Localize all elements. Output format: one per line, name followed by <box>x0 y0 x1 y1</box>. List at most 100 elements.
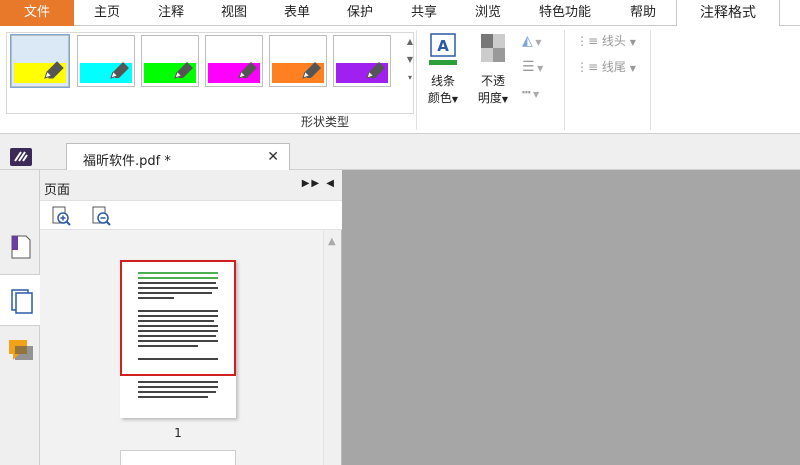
text-line <box>138 330 218 332</box>
opacity-label-1: 不透 <box>480 74 505 88</box>
zoom-out-icon[interactable] <box>90 205 112 227</box>
svg-text:A: A <box>437 37 449 55</box>
text-line <box>138 391 216 393</box>
style-green-highlighter[interactable] <box>141 35 199 87</box>
chevron-up-icon[interactable]: ▲ <box>403 37 417 55</box>
pages-panel-header: 页面 ▶▶ ◀ <box>40 170 342 200</box>
style-yellow-highlighter[interactable] <box>10 34 70 88</box>
text-line <box>138 315 218 317</box>
opacity-button[interactable]: 不透 明度▼ <box>470 32 516 108</box>
highlighter-icon <box>44 61 64 79</box>
navigation-rail <box>0 170 40 465</box>
line-start-label: 线头 <box>601 34 626 48</box>
highlighter-icon <box>366 62 385 79</box>
document-canvas[interactable] <box>342 170 800 465</box>
line-color-label-1: 线条 <box>430 74 455 88</box>
close-icon[interactable]: ✕ <box>267 149 279 165</box>
dropdown-arrow-icon: ▼ <box>501 95 509 104</box>
line-end-button[interactable]: ⋮≡ 线尾 ▼ <box>576 58 646 76</box>
text-line <box>138 381 218 383</box>
comment-icon <box>9 340 33 360</box>
document-tab[interactable]: 福昕软件.pdf * ✕ <box>66 143 290 171</box>
tab-comment[interactable]: 注释 <box>140 0 202 26</box>
pages-panel-button[interactable] <box>0 274 40 326</box>
ribbon-divider <box>650 30 651 130</box>
tab-comment-format[interactable]: 注释格式 <box>676 0 780 27</box>
text-line <box>138 325 218 327</box>
ribbon: ▲ ▼ ▾ 形状类型 A 线条 颜色▼ 不透 明度▼ ◭ ▼ ☰ ▼ ┅ ▼ ⋮… <box>0 26 800 134</box>
tab-form[interactable]: 表单 <box>266 0 328 26</box>
text-line <box>138 345 198 347</box>
pages-panel-toolbar <box>40 200 342 230</box>
line-end-icon: ⋮≡ <box>576 60 599 74</box>
dropdown-arrow-icon: ▼ <box>530 90 540 99</box>
collapse-right-icon[interactable]: ▶▶ <box>302 178 321 189</box>
line-width-icon: ☰ <box>522 59 535 75</box>
gallery-more-icon[interactable]: ▾ <box>403 73 417 91</box>
tab-view[interactable]: 视图 <box>202 0 266 26</box>
panel-controls: ▶▶ ◀ <box>302 178 336 189</box>
highlighter-icon <box>302 62 321 79</box>
line-color-button[interactable]: A 线条 颜色▼ <box>420 32 466 108</box>
thumbnail-scrollbar[interactable]: ▲ <box>323 230 341 465</box>
group-label-shape-type: 形状类型 <box>300 115 349 129</box>
page-thumbnail-next[interactable] <box>120 450 236 465</box>
text-line <box>138 320 214 322</box>
chevron-up-icon[interactable]: ▲ <box>328 236 336 247</box>
highlighter-icon <box>110 62 129 79</box>
pages-panel-title: 页面 <box>44 183 71 198</box>
fill-color-button[interactable]: ◭ ▼ <box>522 32 558 50</box>
text-line <box>138 396 208 398</box>
tab-file[interactable]: 文件 <box>0 0 74 26</box>
line-width-button[interactable]: ☰ ▼ <box>522 58 558 76</box>
text-line <box>138 340 218 342</box>
style-cyan-highlighter[interactable] <box>77 35 135 87</box>
tab-browse[interactable]: 浏览 <box>456 0 520 26</box>
style-magenta-highlighter[interactable] <box>205 35 263 87</box>
dropdown-arrow-icon: ▼ <box>534 64 544 73</box>
opacity-icon <box>481 34 505 62</box>
text-line <box>138 335 216 337</box>
line-style-button[interactable]: ┅ ▼ <box>522 84 558 102</box>
text-line <box>138 282 216 284</box>
zoom-in-icon[interactable] <box>50 205 72 227</box>
line-color-icon: A <box>429 33 457 65</box>
chevron-down-icon[interactable]: ▼ <box>403 55 417 73</box>
line-color-label-2: 颜色▼ <box>427 91 459 105</box>
highlighter-icon <box>174 62 193 79</box>
dropdown-arrow-icon: ▼ <box>629 64 636 73</box>
paint-bucket-icon: ◭ <box>522 33 533 49</box>
ribbon-divider <box>416 30 417 130</box>
document-tab-strip: 福昕软件.pdf * ✕ <box>0 134 800 171</box>
page-thumbnail[interactable] <box>120 260 236 418</box>
style-orange-highlighter[interactable] <box>269 35 327 87</box>
tab-home[interactable]: 主页 <box>74 0 140 26</box>
tab-help[interactable]: 帮助 <box>610 0 676 26</box>
text-line <box>138 272 218 274</box>
pages-panel: 页面 ▶▶ ◀ 1 ▲ <box>40 170 342 465</box>
tab-share[interactable]: 共享 <box>392 0 456 26</box>
text-line <box>138 297 174 299</box>
ribbon-divider <box>564 30 565 130</box>
app-logo-icon[interactable] <box>10 148 32 166</box>
bookmarks-panel-button[interactable] <box>0 222 40 274</box>
style-purple-highlighter[interactable] <box>333 35 391 87</box>
tab-protect[interactable]: 保护 <box>328 0 392 26</box>
bookmark-icon <box>11 235 31 259</box>
tab-features[interactable]: 特色功能 <box>520 0 610 26</box>
line-end-label: 线尾 <box>601 60 626 74</box>
text-line <box>138 277 218 279</box>
menu-bar: 文件 主页 注释 视图 表单 保护 共享 浏览 特色功能 帮助 注释格式 <box>0 0 800 27</box>
text-line <box>138 292 212 294</box>
line-start-button[interactable]: ⋮≡ 线头 ▼ <box>576 32 646 50</box>
comments-panel-button[interactable] <box>0 326 40 378</box>
dropdown-arrow-icon: ▼ <box>451 95 459 104</box>
page-number: 1 <box>174 426 182 440</box>
collapse-left-icon[interactable]: ◀ <box>326 178 336 189</box>
document-tab-title: 福昕软件.pdf * <box>83 154 171 169</box>
dropdown-arrow-icon: ▼ <box>629 38 636 47</box>
gallery-scroll[interactable]: ▲ ▼ ▾ <box>403 37 417 93</box>
shape-style-gallery: ▲ ▼ ▾ <box>6 32 414 114</box>
text-line <box>138 358 218 360</box>
highlighter-icon <box>238 62 257 79</box>
